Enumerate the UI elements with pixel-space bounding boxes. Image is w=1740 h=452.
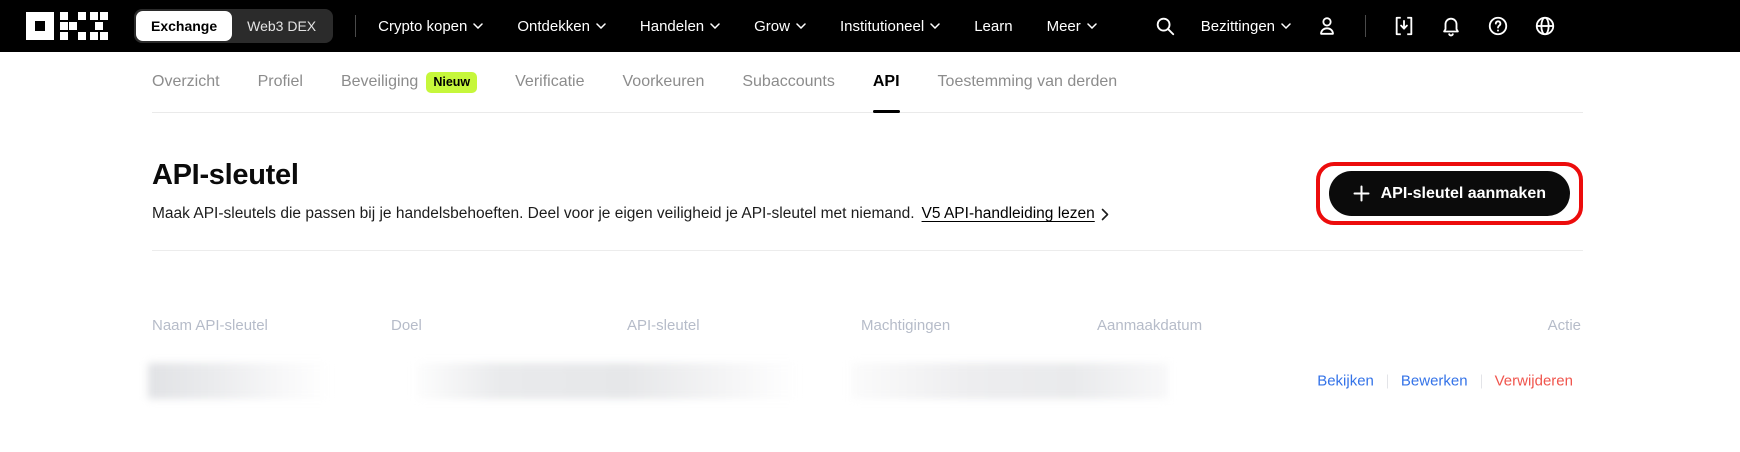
language-globe-icon[interactable]: [1534, 15, 1556, 37]
nav-crypto-kopen[interactable]: Crypto kopen: [378, 18, 483, 35]
col-header-api-sleutel: API-sleutel: [627, 317, 861, 334]
okx-logo-icon: [26, 12, 108, 40]
nav-learn[interactable]: Learn: [974, 18, 1012, 35]
chevron-down-icon: [930, 23, 940, 29]
tab-toestemming-van-derden[interactable]: Toestemming van derden: [938, 52, 1118, 112]
tab-verificatie[interactable]: Verificatie: [515, 52, 584, 112]
product-toggle: Exchange Web3 DEX: [134, 9, 333, 43]
chevron-down-icon: [473, 23, 483, 29]
tab-label: Voorkeuren: [623, 73, 705, 91]
okx-logo[interactable]: [26, 12, 108, 40]
nav-grow[interactable]: Grow: [754, 18, 806, 35]
nav-handelen[interactable]: Handelen: [640, 18, 720, 35]
col-header-actie: Actie: [1548, 317, 1583, 334]
nav-label: Grow: [754, 18, 790, 35]
nav-label: Institutioneel: [840, 18, 924, 35]
nav-label: Crypto kopen: [378, 18, 467, 35]
nav-label: Handelen: [640, 18, 704, 35]
col-header-machtigingen: Machtigingen: [861, 317, 1097, 334]
nav-label: Learn: [974, 18, 1012, 35]
chevron-down-icon: [596, 23, 606, 29]
chevron-down-icon: [796, 23, 806, 29]
download-app-icon[interactable]: [1393, 15, 1415, 37]
nav-ontdekken[interactable]: Ontdekken: [517, 18, 606, 35]
redacted-key-value: [416, 363, 798, 399]
view-action-link[interactable]: Bekijken: [1317, 373, 1374, 390]
user-profile-icon[interactable]: [1316, 15, 1338, 37]
search-icon[interactable]: [1154, 15, 1176, 37]
v5-api-guide-link[interactable]: V5 API-handleiding lezen: [922, 205, 1095, 223]
navbar-divider: [1365, 15, 1366, 37]
red-annotation-box: API-sleutel aanmaken: [1316, 162, 1583, 225]
tab-label: Subaccounts: [742, 73, 835, 91]
redacted-key-name: [148, 363, 330, 399]
edit-action-link[interactable]: Bewerken: [1401, 373, 1468, 390]
row-actions: Bekijken Bewerken Verwijderen: [1317, 373, 1573, 390]
col-header-doel: Doel: [391, 317, 627, 334]
tab-subaccounts[interactable]: Subaccounts: [742, 52, 835, 112]
navbar-divider: [355, 15, 356, 37]
help-icon[interactable]: [1487, 15, 1509, 37]
tab-beveiliging[interactable]: Beveiliging Nieuw: [341, 52, 477, 112]
section-divider: [152, 250, 1583, 251]
col-header-aanmaakdatum: Aanmaakdatum: [1097, 317, 1548, 334]
tab-label: Profiel: [258, 73, 303, 91]
chevron-down-icon: [1087, 23, 1097, 29]
navbar-right-group: Bezittingen: [1154, 15, 1556, 37]
api-key-section-header: API-sleutel Maak API-sleutels die passen…: [152, 159, 1583, 223]
tab-label: Beveiliging: [341, 73, 418, 91]
tab-label: Toestemming van derden: [938, 73, 1118, 91]
tab-voorkeuren[interactable]: Voorkeuren: [623, 52, 705, 112]
account-tabs: Overzicht Profiel Beveiliging Nieuw Veri…: [152, 52, 1583, 113]
action-separator: [1387, 374, 1388, 388]
tab-label: API: [873, 73, 900, 91]
assets-label: Bezittingen: [1201, 18, 1275, 35]
redacted-key-date: [851, 363, 1168, 399]
page-content: Overzicht Profiel Beveiliging Nieuw Veri…: [0, 52, 1740, 399]
plus-icon: [1353, 185, 1370, 202]
action-separator: [1481, 374, 1482, 388]
chevron-down-icon: [710, 23, 720, 29]
table-row: Bekijken Bewerken Verwijderen: [152, 363, 1583, 399]
tab-profiel[interactable]: Profiel: [258, 52, 303, 112]
primary-nav: Crypto kopen Ontdekken Handelen Grow Ins…: [378, 18, 1097, 35]
tab-overzicht[interactable]: Overzicht: [152, 52, 220, 112]
toggle-exchange[interactable]: Exchange: [136, 11, 232, 41]
nav-meer[interactable]: Meer: [1047, 18, 1097, 35]
create-api-key-button[interactable]: API-sleutel aanmaken: [1329, 171, 1570, 216]
nav-label: Ontdekken: [517, 18, 590, 35]
tab-api[interactable]: API: [873, 52, 900, 112]
chevron-right-icon: [1101, 208, 1110, 221]
nav-institutioneel[interactable]: Institutioneel: [840, 18, 940, 35]
top-navbar: Exchange Web3 DEX Crypto kopen Ontdekken…: [0, 0, 1740, 52]
assets-dropdown[interactable]: Bezittingen: [1201, 18, 1291, 35]
tab-label: Verificatie: [515, 73, 584, 91]
description-text: Maak API-sleutels die passen bij je hand…: [152, 205, 915, 223]
create-button-label: API-sleutel aanmaken: [1381, 185, 1546, 203]
chevron-down-icon: [1281, 23, 1291, 29]
api-key-table: Naam API-sleutel Doel API-sleutel Machti…: [152, 317, 1583, 399]
col-header-naam: Naam API-sleutel: [152, 317, 391, 334]
nav-label: Meer: [1047, 18, 1081, 35]
delete-action-link[interactable]: Verwijderen: [1495, 373, 1573, 390]
table-header-row: Naam API-sleutel Doel API-sleutel Machti…: [152, 317, 1583, 334]
toggle-web3-dex[interactable]: Web3 DEX: [232, 11, 331, 41]
notifications-bell-icon[interactable]: [1440, 15, 1462, 37]
nieuw-badge: Nieuw: [426, 72, 477, 93]
tab-label: Overzicht: [152, 73, 220, 91]
